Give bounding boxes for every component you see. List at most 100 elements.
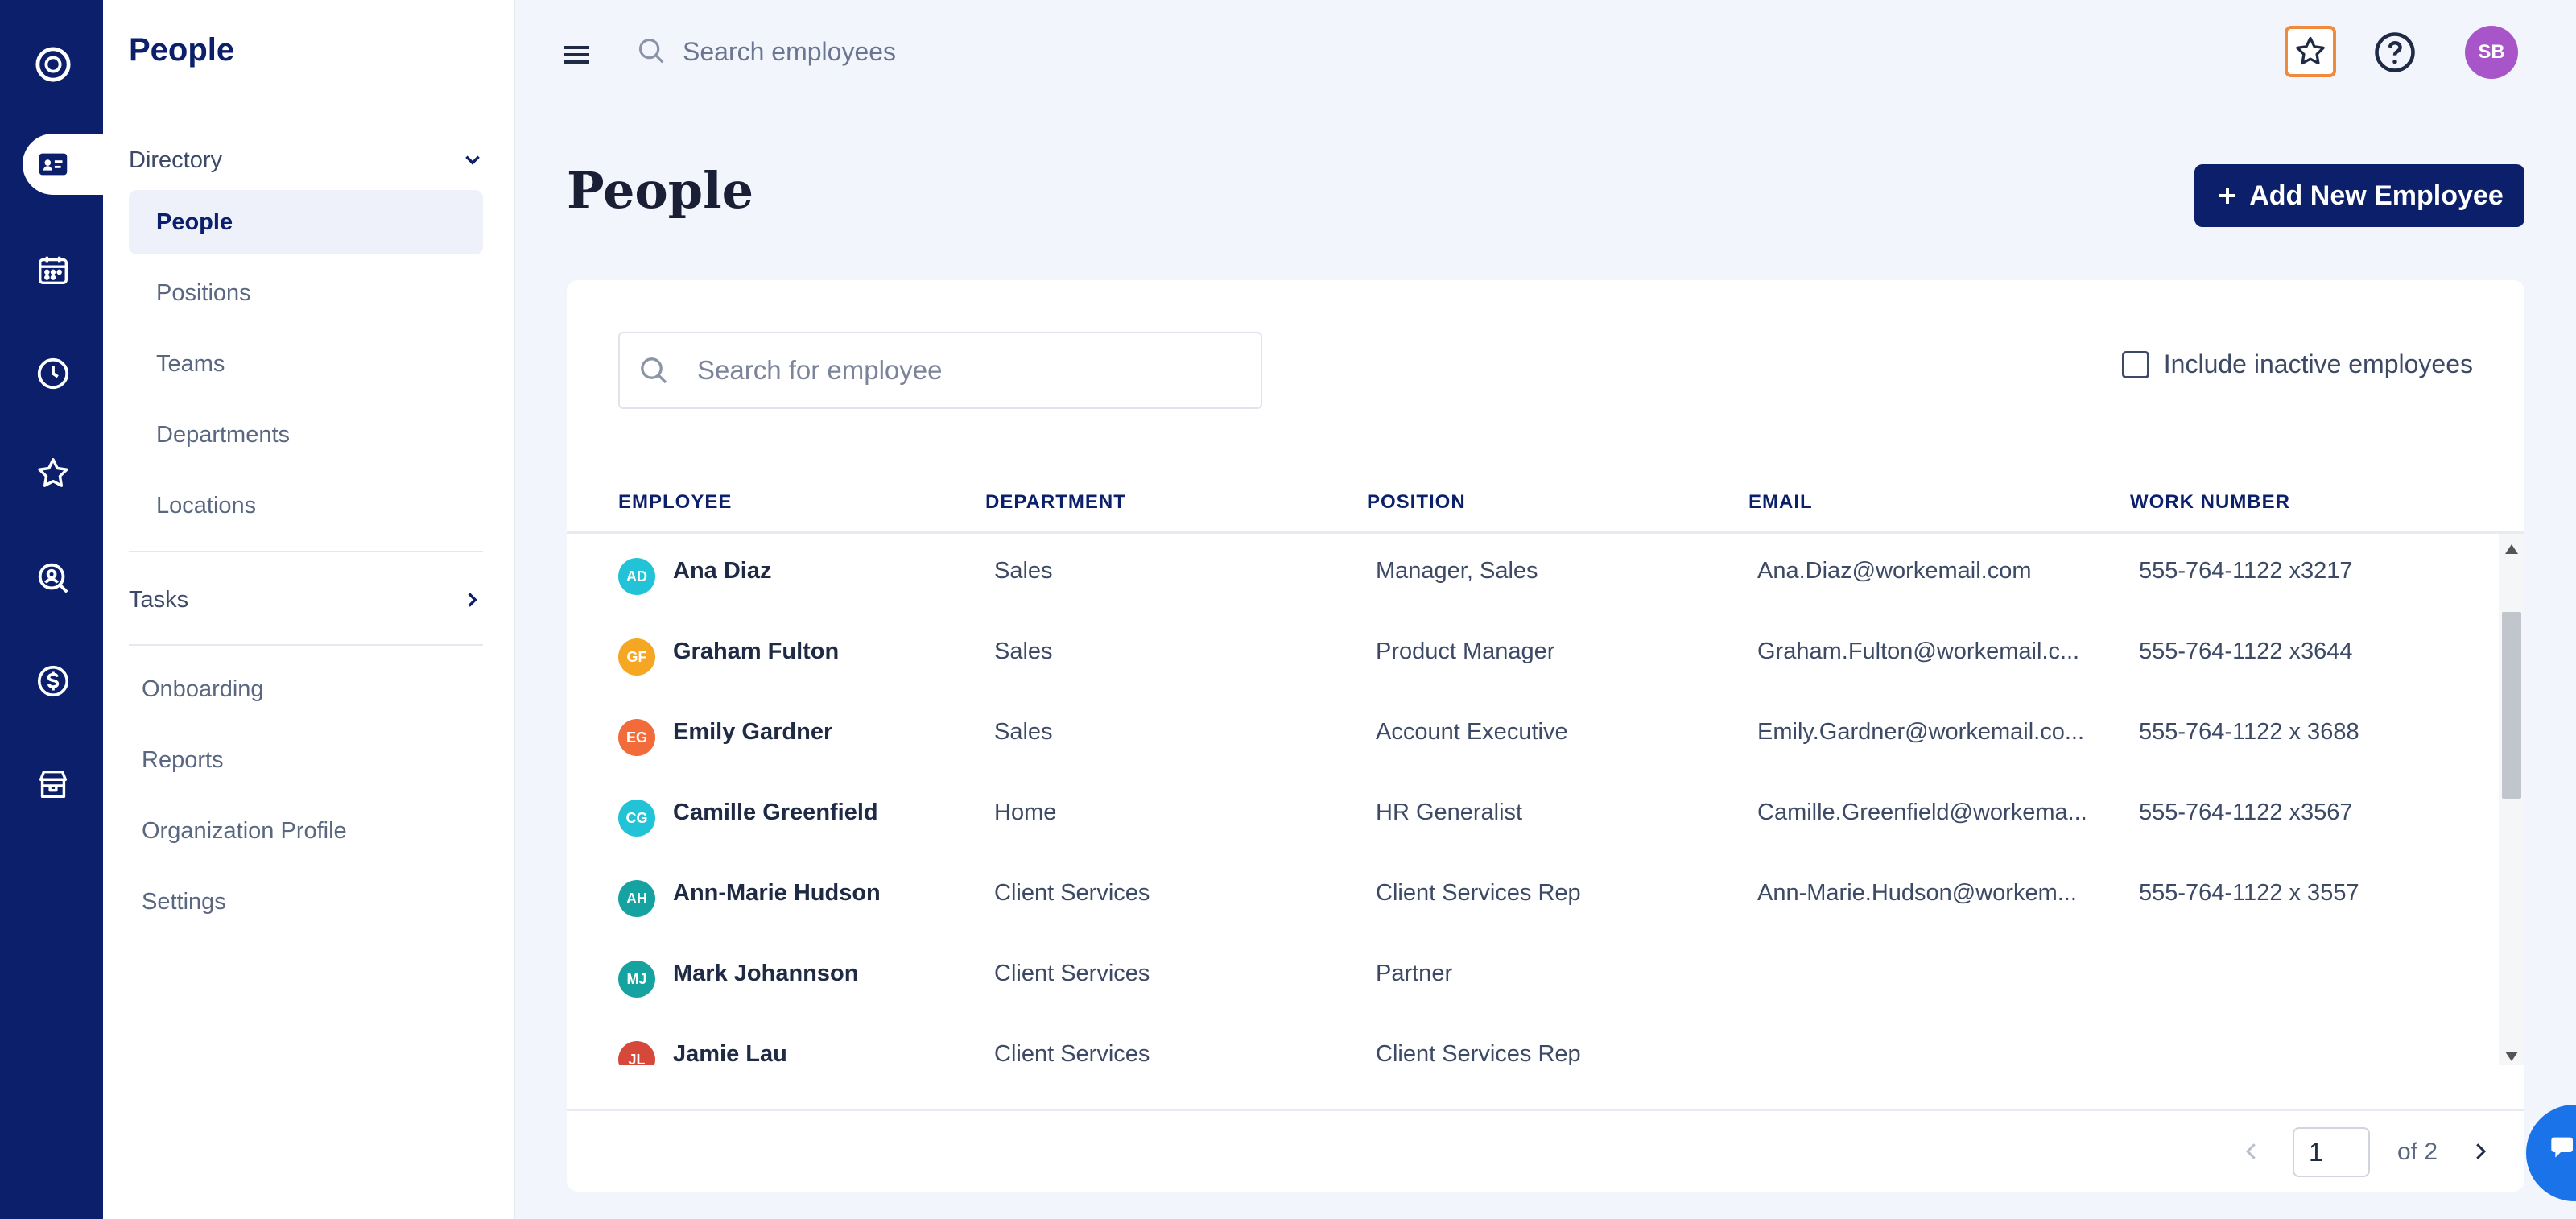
- employee-avatar: CG: [618, 800, 655, 837]
- sidebar: People Directory People Positions Teams …: [103, 0, 515, 1219]
- page-count-label: of 2: [2397, 1138, 2438, 1165]
- sidebar-item-reports[interactable]: Reports: [142, 747, 224, 774]
- cell-work-number: 555-764-1122 x3217: [2139, 558, 2353, 584]
- table-scrollbar-thumb[interactable]: [2502, 612, 2521, 799]
- column-header-employee[interactable]: EMPLOYEE: [618, 491, 732, 514]
- chevron-down-icon: [465, 155, 480, 165]
- employee-avatar: AD: [618, 558, 655, 595]
- sidebar-item-people[interactable]: People: [129, 190, 483, 254]
- cell-department: Home: [994, 800, 1057, 825]
- table-body: AD Ana Diaz Sales Manager, Sales Ana.Diaz@wo…: [567, 534, 2524, 1065]
- sidebar-divider: [129, 644, 483, 646]
- sidebar-divider: [129, 551, 483, 552]
- column-header-email[interactable]: EMAIL: [1748, 491, 1813, 514]
- tasks-section-toggle[interactable]: Tasks: [129, 580, 483, 620]
- cell-department: Sales: [994, 719, 1053, 745]
- table-header: EMPLOYEE DEPARTMENT POSITION EMAIL WORK …: [567, 481, 2524, 534]
- sidebar-title: People: [129, 32, 235, 68]
- user-avatar[interactable]: SB: [2465, 26, 2518, 79]
- cell-employee-name[interactable]: Jamie Lau: [673, 1041, 787, 1065]
- cell-employee-name[interactable]: Graham Fulton: [673, 638, 839, 665]
- directory-label: Directory: [129, 147, 223, 173]
- sidebar-item-locations[interactable]: Locations: [129, 473, 483, 538]
- column-header-position[interactable]: POSITION: [1367, 491, 1466, 514]
- help-icon[interactable]: [2373, 31, 2417, 74]
- column-header-department[interactable]: DEPARTMENT: [985, 491, 1126, 514]
- cell-position: Product Manager: [1376, 638, 1555, 664]
- cell-department: Sales: [994, 638, 1053, 664]
- icon-rail: [0, 0, 103, 1219]
- add-new-employee-label: Add New Employee: [2249, 180, 2504, 211]
- include-inactive-label: Include inactive employees: [2163, 349, 2473, 378]
- employee-avatar: GF: [618, 638, 655, 676]
- chat-icon: [2551, 1137, 2573, 1158]
- cell-employee-name[interactable]: Mark Johannson: [673, 961, 858, 987]
- search-icon: [638, 38, 664, 64]
- next-page-icon[interactable]: [2468, 1137, 2492, 1166]
- page-number-input[interactable]: [2293, 1127, 2370, 1177]
- cell-work-number: 555-764-1122 x3644: [2139, 638, 2353, 664]
- employee-avatar: MJ: [618, 961, 655, 998]
- cell-email: Graham.Fulton@workemail.c...: [1757, 638, 2080, 664]
- star-icon: [2296, 36, 2325, 65]
- cell-email: Ann-Marie.Hudson@workem...: [1757, 880, 2077, 906]
- global-search-input[interactable]: [681, 31, 1328, 72]
- cell-employee-name[interactable]: Emily Gardner: [673, 719, 832, 746]
- payroll-dollar-icon[interactable]: [23, 651, 84, 712]
- people-directory-icon[interactable]: [23, 134, 84, 195]
- clock-icon[interactable]: [23, 343, 84, 404]
- employee-search-input[interactable]: [696, 354, 1182, 386]
- table-row[interactable]: JL Jamie Lau Client Services Client Service…: [567, 1017, 2499, 1065]
- page-title: People: [567, 161, 754, 220]
- benefits-store-icon[interactable]: [23, 754, 84, 815]
- star-performance-icon[interactable]: [23, 443, 84, 504]
- cell-department: Client Services: [994, 1041, 1150, 1065]
- table-row[interactable]: AH Ann-Marie Hudson Client Services Client …: [567, 856, 2499, 936]
- employee-table-card: Include inactive employees EMPLOYEE DEPA…: [567, 280, 2524, 1192]
- include-inactive-checkbox[interactable]: [2121, 350, 2149, 378]
- add-new-employee-button[interactable]: Add New Employee: [2194, 164, 2524, 227]
- hamburger-menu-icon[interactable]: [564, 43, 589, 66]
- recruiting-search-icon[interactable]: [23, 548, 84, 609]
- cell-email: Camille.Greenfield@workema...: [1757, 800, 2087, 825]
- cell-position: HR Generalist: [1376, 800, 1523, 825]
- table-row[interactable]: AD Ana Diaz Sales Manager, Sales Ana.Diaz@wo…: [567, 534, 2499, 614]
- app-logo-icon[interactable]: [23, 34, 84, 95]
- employee-search-box: [618, 332, 1262, 409]
- sidebar-item-organization-profile[interactable]: Organization Profile: [142, 818, 347, 845]
- cell-work-number: 555-764-1122 x 3688: [2139, 719, 2359, 745]
- employee-avatar: JL: [618, 1041, 655, 1065]
- table-row[interactable]: MJ Mark Johannson Client Services Partner: [567, 936, 2499, 1017]
- cell-work-number: 555-764-1122 x 3557: [2139, 880, 2359, 906]
- sidebar-item-departments[interactable]: Departments: [129, 403, 483, 467]
- plus-icon: [2219, 188, 2236, 204]
- directory-section-toggle[interactable]: Directory: [129, 140, 483, 180]
- tasks-label: Tasks: [129, 586, 189, 613]
- cell-employee-name[interactable]: Ann-Marie Hudson: [673, 880, 881, 907]
- sidebar-item-settings[interactable]: Settings: [142, 889, 226, 915]
- scroll-up-arrow-icon[interactable]: [2505, 544, 2518, 554]
- table-row[interactable]: GF Graham Fulton Sales Product Manager Graha…: [567, 614, 2499, 695]
- scroll-down-arrow-icon[interactable]: [2505, 1052, 2518, 1061]
- sidebar-item-teams[interactable]: Teams: [129, 332, 483, 396]
- cell-work-number: 555-764-1122 x3567: [2139, 800, 2353, 825]
- sidebar-item-positions[interactable]: Positions: [129, 261, 483, 325]
- cell-employee-name[interactable]: Camille Greenfield: [673, 800, 878, 826]
- previous-page-icon[interactable]: [2240, 1137, 2264, 1166]
- employee-avatar: EG: [618, 719, 655, 756]
- include-inactive-toggle[interactable]: Include inactive employees: [2121, 349, 2473, 379]
- cell-position: Client Services Rep: [1376, 880, 1581, 906]
- search-icon: [641, 357, 667, 384]
- cell-email: Emily.Gardner@workemail.co...: [1757, 719, 2084, 745]
- table-row[interactable]: EG Emily Gardner Sales Account Executive Emi…: [567, 695, 2499, 775]
- calendar-icon[interactable]: [23, 240, 84, 301]
- cell-position: Partner: [1376, 961, 1453, 986]
- sidebar-item-onboarding[interactable]: Onboarding: [142, 676, 264, 703]
- table-row[interactable]: CG Camille Greenfield Home HR Generalist Cam…: [567, 775, 2499, 856]
- cell-position: Manager, Sales: [1376, 558, 1538, 584]
- column-header-work-number[interactable]: WORK NUMBER: [2130, 491, 2290, 514]
- favorites-button[interactable]: [2285, 26, 2336, 77]
- cell-department: Client Services: [994, 880, 1150, 906]
- cell-department: Client Services: [994, 961, 1150, 986]
- cell-employee-name[interactable]: Ana Diaz: [673, 558, 771, 585]
